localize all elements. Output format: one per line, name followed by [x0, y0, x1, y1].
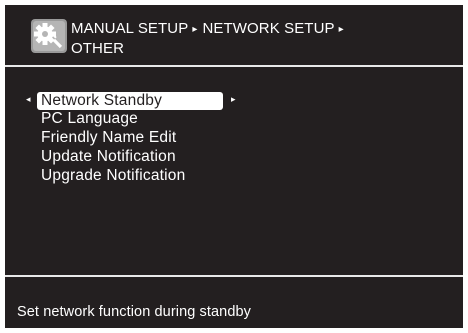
menu-item-upgrade-notification[interactable]: Upgrade Notification — [41, 167, 185, 185]
setup-screen: MANUAL SETUP ▸ NETWORK SETUP ▸ OTHER ◂ ▸ Ne… — [5, 5, 463, 328]
gear-wrench-icon — [31, 19, 67, 53]
menu-item-friendly-name-edit[interactable]: Friendly Name Edit — [41, 129, 176, 147]
breadcrumb: MANUAL SETUP ▸ NETWORK SETUP ▸ OTHER — [71, 19, 349, 58]
menu-item-pc-language[interactable]: PC Language — [41, 110, 138, 128]
menu-item-network-standby[interactable]: Network Standby — [37, 92, 223, 110]
breadcrumb-line-1: MANUAL SETUP ▸ NETWORK SETUP ▸ — [71, 19, 349, 39]
help-text: Set network function during standby — [17, 304, 252, 320]
breadcrumb-manual-setup: MANUAL SETUP — [71, 20, 189, 37]
left-arrow-icon[interactable]: ◂ — [26, 94, 31, 104]
right-arrow-icon[interactable]: ▸ — [231, 94, 236, 104]
header-divider — [5, 65, 463, 67]
header: MANUAL SETUP ▸ NETWORK SETUP ▸ OTHER — [5, 5, 463, 65]
breadcrumb-network-setup: NETWORK SETUP — [202, 20, 335, 37]
footer-divider — [5, 275, 463, 277]
breadcrumb-line-2: OTHER — [71, 39, 349, 58]
breadcrumb-separator-icon: ▸ — [192, 24, 198, 35]
breadcrumb-other: OTHER — [71, 40, 124, 57]
breadcrumb-separator-icon: ▸ — [338, 24, 344, 35]
menu-item-update-notification[interactable]: Update Notification — [41, 148, 176, 166]
